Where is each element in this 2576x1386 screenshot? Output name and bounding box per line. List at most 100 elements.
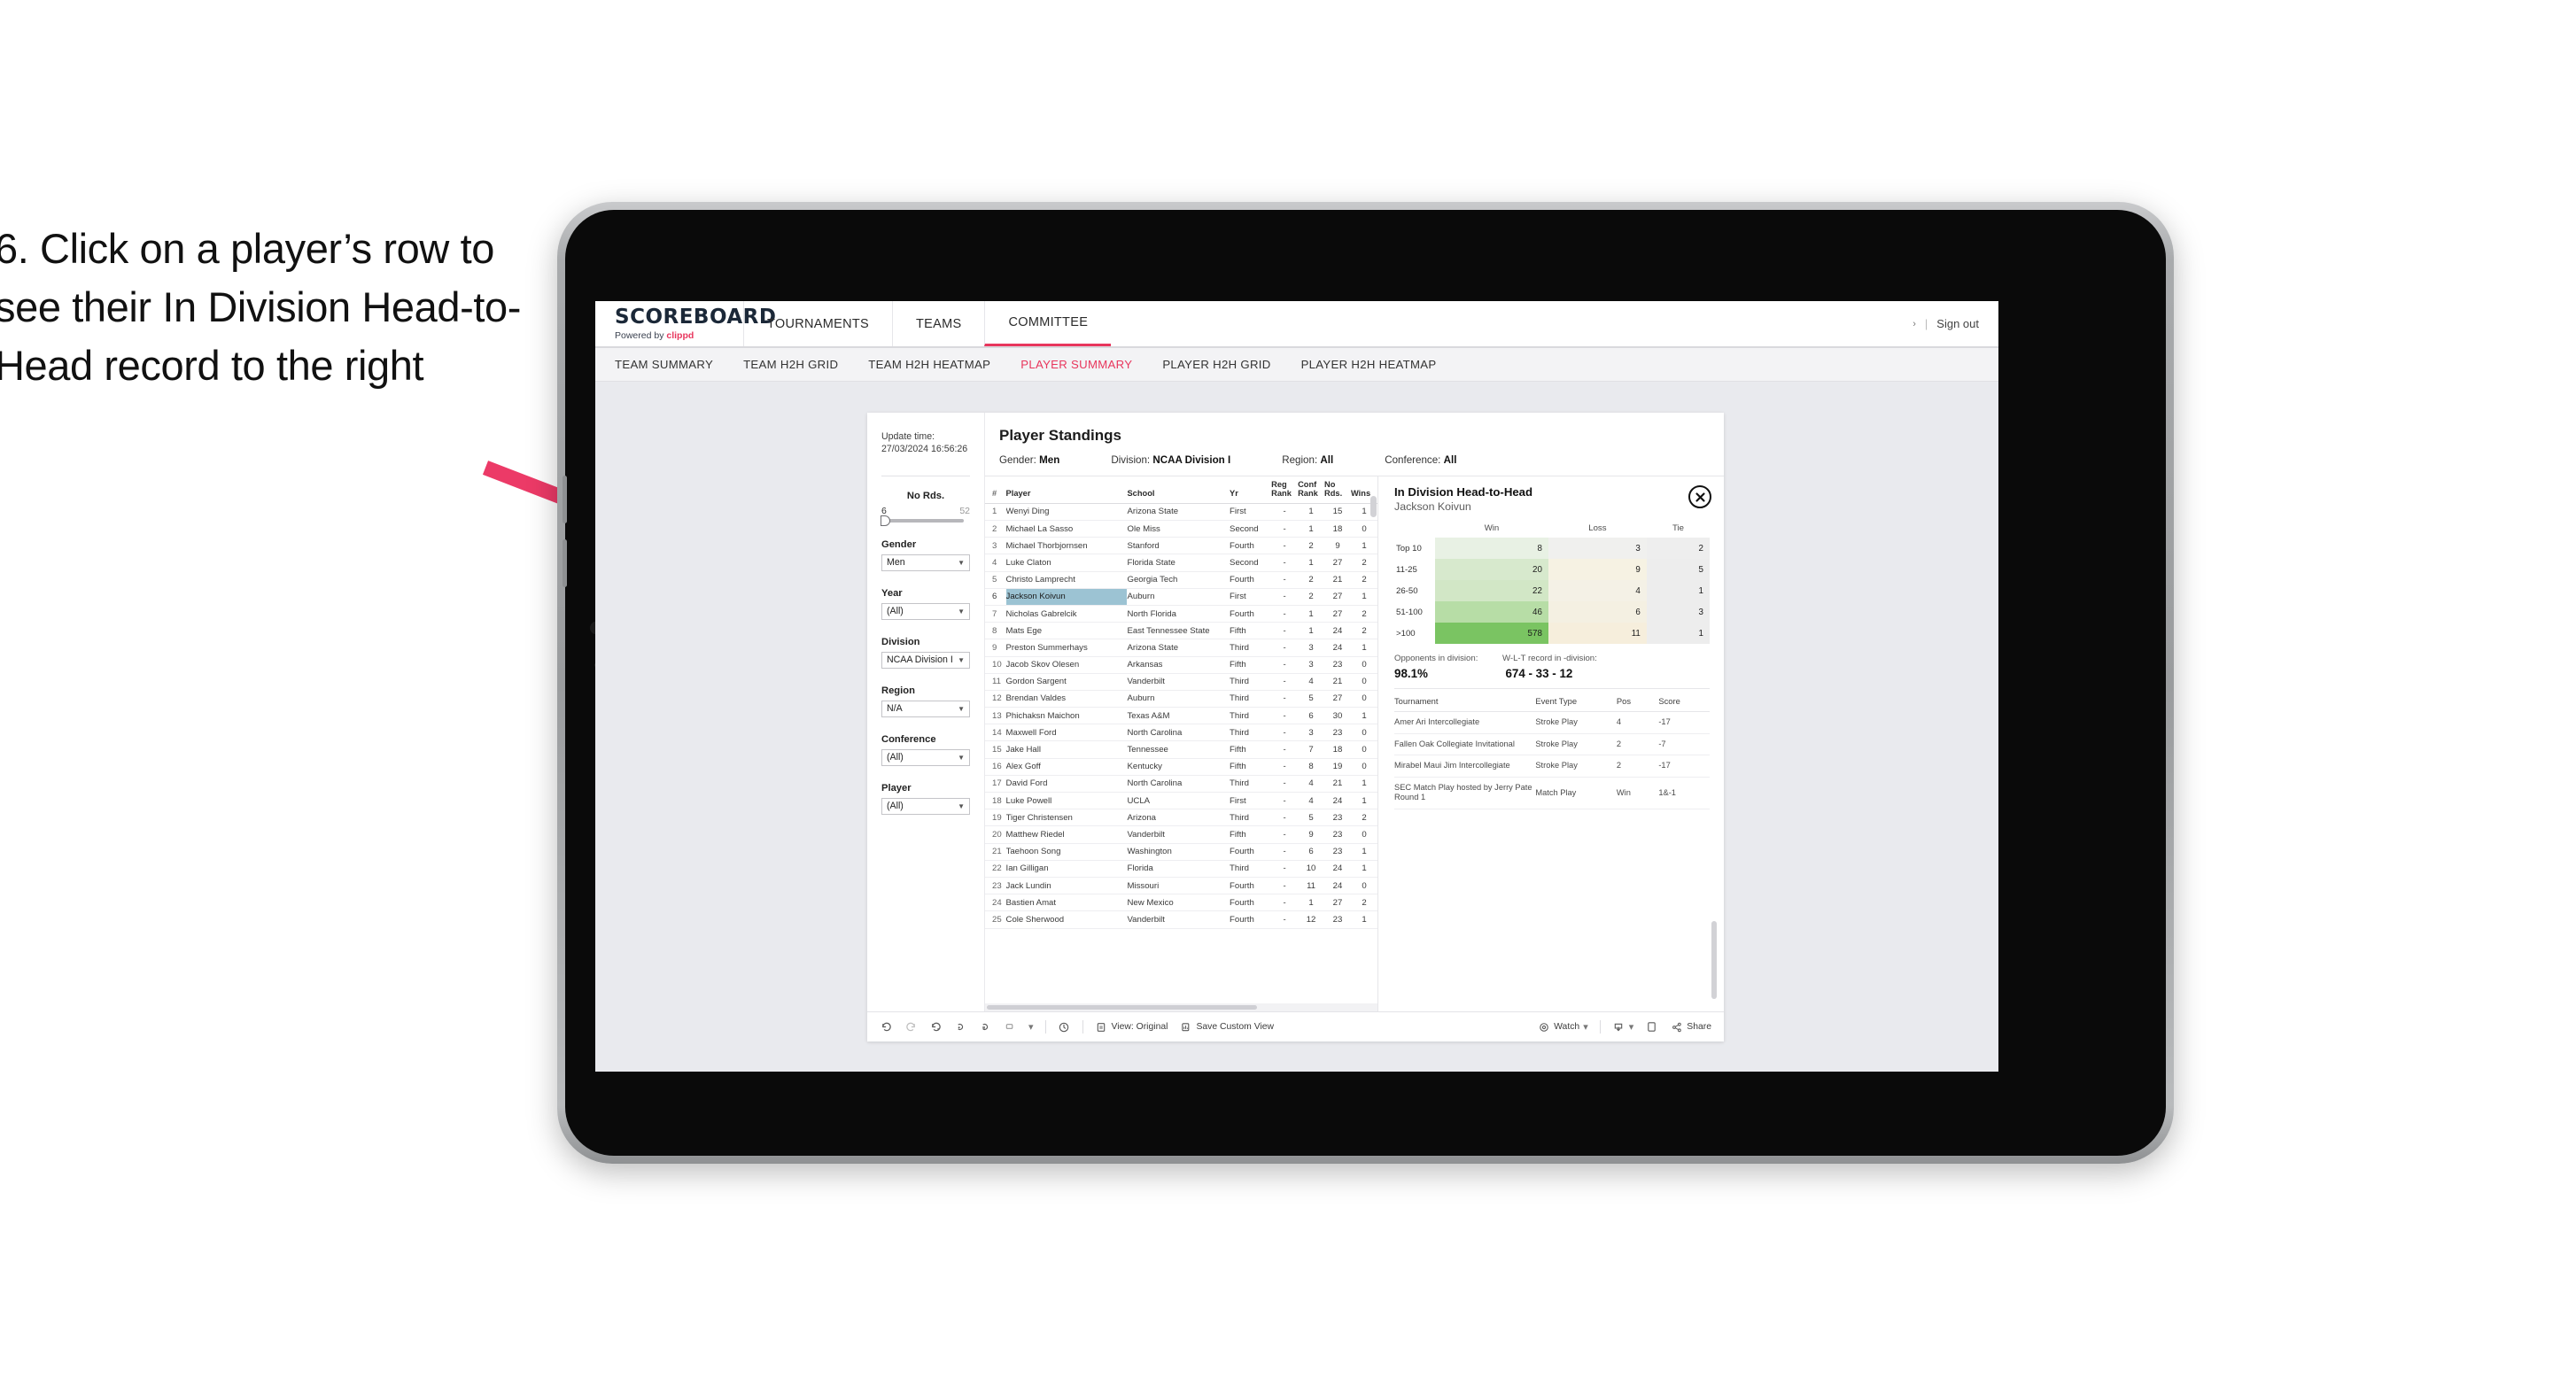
cell-tournament-name: SEC Match Play hosted by Jerry Pate Roun… [1394, 777, 1536, 810]
scroll-thumb[interactable] [987, 1005, 1257, 1010]
table-row[interactable]: 7 Nicholas Gabrelcik North Florida Fourth -1… [985, 605, 1377, 623]
table-row[interactable]: 6 Jackson Koivun Auburn First -2 27 1 [985, 588, 1377, 606]
filter-division: Division NCAA Division I ▼ [881, 637, 970, 669]
col-conf-rank[interactable]: Conf Rank [1298, 476, 1325, 504]
tournament-row[interactable]: SEC Match Play hosted by Jerry Pate Roun… [1394, 777, 1710, 810]
table-row[interactable]: 12 Brendan Valdes Auburn Third -5 27 0 [985, 690, 1377, 708]
table-row[interactable]: 24 Bastien Amat New Mexico Fourth -1 27 2 [985, 894, 1377, 912]
chevron-down-icon[interactable]: ▾ [1028, 1021, 1034, 1033]
tab-team-h2h-grid[interactable]: TEAM H2H GRID [743, 358, 838, 371]
heatmap-cell-tie[interactable]: 1 [1646, 623, 1710, 644]
table-row[interactable]: 18 Luke Powell UCLA First -4 24 1 [985, 792, 1377, 810]
table-row[interactable]: 14 Maxwell Ford North Carolina Third -3 23 0 [985, 724, 1377, 742]
table-row[interactable]: 25 Cole Sherwood Vanderbilt Fourth -12 23 1 [985, 910, 1377, 929]
share-button[interactable]: Share [1670, 1020, 1711, 1034]
table-row[interactable]: 2 Michael La Sasso Ole Miss Second -1 18 0 [985, 520, 1377, 538]
tab-player-h2h-grid[interactable]: PLAYER H2H GRID [1162, 358, 1270, 371]
conference-dropdown[interactable]: (All) ▼ [881, 748, 970, 766]
heatmap-cell-tie[interactable]: 3 [1646, 601, 1710, 623]
table-row[interactable]: 16 Alex Goff Kentucky Fifth -8 19 0 [985, 758, 1377, 776]
region-dropdown[interactable]: N/A ▼ [881, 700, 970, 717]
table-row[interactable]: 13 Phichaksn Maichon Texas A&M Third -6 30 1 [985, 707, 1377, 725]
pause-icon[interactable] [979, 1020, 992, 1034]
download-button[interactable]: ▾ [1612, 1020, 1633, 1034]
sign-out-link[interactable]: Sign out [1936, 317, 1979, 330]
chevron-right-icon[interactable]: › [1913, 319, 1916, 329]
nav-committee[interactable]: COMMITTEE [984, 301, 1112, 346]
refresh-icon[interactable] [954, 1020, 967, 1034]
heatmap-col-win: Win [1484, 523, 1500, 533]
heatmap-cell-win[interactable]: 8 [1435, 538, 1548, 559]
table-row[interactable]: 9 Preston Summerhays Arizona State Third -3 2… [985, 639, 1377, 657]
heatmap-cell-win[interactable]: 578 [1435, 623, 1548, 644]
close-icon[interactable] [1688, 485, 1711, 508]
pause-playback-icon[interactable] [1058, 1020, 1071, 1034]
cell-reg-rank: - [1271, 809, 1299, 827]
redo-icon[interactable] [904, 1020, 918, 1034]
col-reg-rank[interactable]: Reg Rank [1271, 476, 1299, 504]
revert-icon[interactable] [929, 1020, 943, 1034]
heatmap-cell-win[interactable]: 46 [1435, 601, 1548, 623]
nav-tournaments[interactable]: TOURNAMENTS [743, 301, 892, 346]
col-rank[interactable]: # [985, 476, 1006, 504]
table-row[interactable]: 17 David Ford North Carolina Third -4 21 1 [985, 775, 1377, 794]
gender-dropdown[interactable]: Men ▼ [881, 554, 970, 571]
tournament-scrollbar[interactable] [1711, 921, 1717, 999]
tab-player-summary[interactable]: PLAYER SUMMARY [1020, 358, 1132, 371]
slider-handle[interactable] [881, 515, 890, 526]
table-row[interactable]: 11 Gordon Sargent Vanderbilt Third -4 21 0 [985, 673, 1377, 691]
table-row[interactable]: 4 Luke Claton Florida State Second -1 27 2 [985, 554, 1377, 572]
app-logo[interactable]: SCOREBOARD Powered by clippd [595, 301, 776, 346]
table-row[interactable]: 23 Jack Lundin Missouri Fourth -11 24 0 [985, 877, 1377, 895]
undo-icon[interactable] [880, 1020, 893, 1034]
tournament-row[interactable]: Amer Ari Intercollegiate Stroke Play 4 -17 [1394, 711, 1710, 734]
table-row[interactable]: 1 Wenyi Ding Arizona State First -1 15 1 [985, 503, 1377, 522]
heatmap-cell-loss[interactable]: 6 [1548, 601, 1647, 623]
table-row[interactable]: 10 Jacob Skov Olesen Arkansas Fifth -3 23 0 [985, 656, 1377, 674]
division-dropdown[interactable]: NCAA Division I ▼ [881, 651, 970, 669]
heatmap-cell-tie[interactable]: 5 [1646, 559, 1710, 580]
nav-teams[interactable]: TEAMS [892, 301, 984, 346]
player-dropdown[interactable]: (All) ▼ [881, 797, 970, 815]
heatmap-cell-tie[interactable]: 2 [1646, 538, 1710, 559]
power-button[interactable] [563, 539, 567, 587]
heatmap-cell-loss[interactable]: 11 [1548, 623, 1647, 644]
heatmap-cell-tie[interactable]: 1 [1646, 580, 1710, 601]
col-yr[interactable]: Yr [1230, 476, 1272, 504]
table-row[interactable]: 19 Tiger Christensen Arizona Third -5 23 2 [985, 809, 1377, 827]
tab-player-h2h-heatmap[interactable]: PLAYER H2H HEATMAP [1301, 358, 1437, 371]
heatmap-corner [1394, 523, 1435, 538]
fullscreen-icon[interactable] [1645, 1020, 1658, 1034]
heatmap-cell-loss[interactable]: 4 [1548, 580, 1647, 601]
heatmap-cell-loss[interactable]: 9 [1548, 559, 1647, 580]
heatmap-cell-win[interactable]: 20 [1435, 559, 1548, 580]
dashboard-icon[interactable] [1004, 1020, 1017, 1034]
table-row[interactable]: 8 Mats Ege East Tennessee State Fifth -1 24 2 [985, 622, 1377, 640]
table-row[interactable]: 22 Ian Gilligan Florida Third -10 24 1 [985, 860, 1377, 878]
table-row[interactable]: 15 Jake Hall Tennessee Fifth -7 18 0 [985, 740, 1377, 759]
cell-conf-rank: 2 [1298, 537, 1325, 555]
save-custom-view-button[interactable]: Save Custom View [1179, 1020, 1274, 1034]
col-player[interactable]: Player [1005, 476, 1128, 504]
col-no-rds[interactable]: No Rds. [1324, 476, 1351, 504]
watch-button[interactable]: Watch ▾ [1537, 1020, 1588, 1034]
tournament-row[interactable]: Mirabel Maui Jim Intercollegiate Stroke P… [1394, 755, 1710, 778]
year-dropdown[interactable]: (All) ▼ [881, 602, 970, 620]
cell-tournament-name: Mirabel Maui Jim Intercollegiate [1394, 755, 1536, 778]
no-rounds-slider[interactable] [881, 515, 964, 526]
volume-button[interactable] [563, 476, 567, 523]
table-row[interactable]: 3 Michael Thorbjornsen Stanford Fourth -2 9 1 [985, 537, 1377, 555]
tournament-row[interactable]: Fallen Oak Collegiate Invitational Stroke… [1394, 733, 1710, 756]
table-row[interactable]: 20 Matthew Riedel Vanderbilt Fifth -9 23 0 [985, 825, 1377, 844]
player-table-scroll[interactable]: # Player School Yr Reg Rank Conf Rank No Rd… [985, 476, 1377, 1003]
tab-team-summary[interactable]: TEAM SUMMARY [615, 358, 713, 371]
view-original-button[interactable]: View: Original [1095, 1020, 1168, 1034]
horizontal-scrollbar[interactable] [985, 1003, 1377, 1011]
col-school[interactable]: School [1127, 476, 1230, 504]
table-row[interactable]: 21 Taehoon Song Washington Fourth -6 23 1 [985, 843, 1377, 861]
heatmap-cell-loss[interactable]: 3 [1548, 538, 1647, 559]
tab-team-h2h-heatmap[interactable]: TEAM H2H HEATMAP [868, 358, 990, 371]
heatmap-cell-win[interactable]: 22 [1435, 580, 1548, 601]
table-row[interactable]: 5 Christo Lamprecht Georgia Tech Fourth -2 21… [985, 571, 1377, 589]
vertical-scrollbar[interactable] [1370, 496, 1377, 517]
